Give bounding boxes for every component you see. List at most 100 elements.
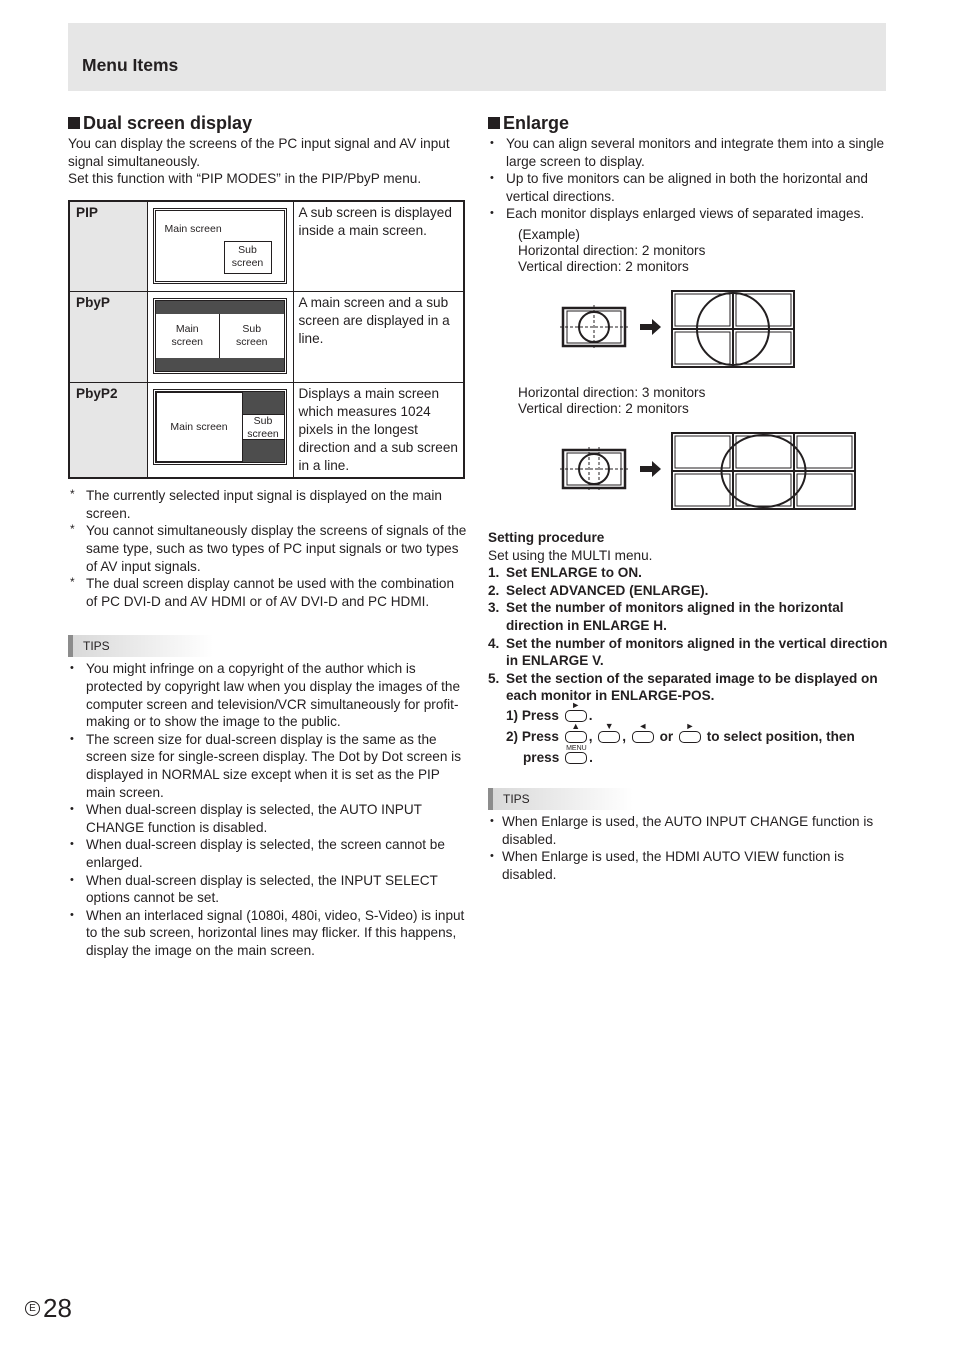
tip-item: When Enlarge is used, the HDMI AUTO VIEW… (488, 848, 888, 883)
mode-name: PIP (68, 200, 148, 293)
arrow-icon (640, 318, 661, 335)
table-row: PbyP Main screen Sub screen A main scree… (68, 291, 465, 384)
step-text: Set the section of the separated image t… (506, 670, 878, 704)
mode-name: PbyP2 (68, 382, 148, 479)
step-number: 3. (488, 600, 500, 616)
sub-label-text: Sub screen (235, 323, 268, 349)
dual-screen-section: Dual screen display You can display the … (68, 112, 468, 960)
enlarge-section: Enlarge You can align several monitors a… (488, 112, 888, 883)
substep-text: to select position, then (706, 728, 855, 744)
page-number: E 28 (25, 1293, 72, 1323)
pbyp2-diagram: Main screen Sub screen (146, 382, 294, 479)
pip-modes-table: PIP Main screen Sub screen A sub screen … (68, 199, 465, 480)
substep-text: 2) Press (506, 728, 559, 744)
enlarge-bullets: You can align several monitors and integ… (488, 135, 888, 223)
substep-text: or (659, 728, 674, 744)
arrow-icon (640, 460, 661, 477)
wall-monitor (793, 469, 856, 510)
left-key-icon: ◄ (631, 721, 654, 743)
bullet-item: Each monitor displays enlarged views of … (488, 205, 888, 223)
note-item: You cannot simultaneously display the sc… (68, 521, 468, 575)
sub-screen-box: Sub screen (242, 414, 284, 441)
step-item: 5. Set the section of the separated image… (488, 670, 888, 705)
step-number: 5. (488, 670, 500, 686)
step-number: 4. (488, 635, 500, 651)
right-arrow-glyph: ► (685, 720, 695, 731)
enlarge-diagram (560, 289, 795, 368)
header-band: Menu Items (68, 23, 886, 91)
step-text: Set ENLARGE to ON. (506, 565, 642, 581)
left-arrow-glyph: ◄ (638, 720, 648, 731)
screen-diagram: Main screen Sub screen (152, 207, 287, 284)
step-text: Set the number of monitors aligned in th… (506, 635, 888, 669)
table-row: PbyP2 Main screen Sub screen Displays a … (68, 382, 465, 479)
up-key-icon: ▲ (564, 721, 587, 743)
bullet-item: Up to five monitors can be aligned in bo… (488, 170, 888, 205)
substep-2-cont: press MENU. (506, 745, 888, 768)
sub-screen-box: Sub screen (223, 240, 272, 274)
wall-monitor (671, 469, 734, 510)
tip-item: When dual-screen display is selected, th… (68, 872, 468, 907)
screen-diagram: Main screen Sub screen (152, 298, 287, 375)
step-item: 4. Set the number of monitors aligned in … (488, 635, 888, 670)
example-block-1: (Example) Horizontal direction: 2 monito… (518, 227, 888, 275)
right-key-icon: ► (678, 721, 701, 743)
tip-item: You might infringe on a copyright of the… (68, 660, 468, 730)
step-item: 3. Set the number of monitors aligned in … (488, 599, 888, 634)
tips-list: When Enlarge is used, the AUTO INPUT CHA… (488, 813, 888, 883)
example-horizontal: Horizontal direction: 3 monitors (518, 384, 706, 400)
intro-text: Set this function with “PIP MODES” in th… (68, 171, 422, 187)
sub-screen-label: Sub screen (219, 314, 284, 359)
notes-list: The currently selected input signal is d… (68, 486, 468, 610)
step-text: Select ADVANCED (ENLARGE). (506, 582, 709, 598)
square-bullet-icon (488, 117, 500, 129)
step-item: 1. Set ENLARGE to ON. (488, 564, 888, 582)
tip-item: When Enlarge is used, the AUTO INPUT CHA… (488, 813, 888, 848)
mode-name: PbyP (68, 291, 148, 384)
mode-description: A main screen and a sub screen are displ… (292, 291, 465, 384)
pip-diagram: Main screen Sub screen (146, 200, 294, 293)
enlarge-diagram (560, 431, 856, 510)
dual-screen-heading: Dual screen display (68, 112, 468, 134)
menu-key-icon: MENU (565, 745, 588, 764)
screen-diagram: Main screen Sub screen (152, 389, 287, 466)
main-screen-label: Main screen (164, 222, 222, 235)
tip-item: When an interlaced signal (1080i, 480i, … (68, 907, 468, 960)
right-arrow-glyph: ► (571, 699, 581, 710)
sub-screen-label: Sub screen (231, 243, 264, 269)
heading-text: Enlarge (503, 113, 570, 133)
step-number: 2. (488, 582, 500, 598)
procedure-intro: Set using the MULTI menu. (488, 547, 653, 563)
substep-2: 2) Press ▲, ▼, ◄ or ► to select position… (506, 721, 888, 747)
intro-text: You can display the screens of the PC in… (68, 136, 450, 169)
main-screen-label: Main screen (170, 420, 228, 433)
tips-label: TIPS (488, 787, 633, 810)
example-horizontal: Horizontal direction: 2 monitors (518, 242, 706, 258)
wall-monitor (732, 469, 795, 510)
main-label-text: Main screen (171, 323, 203, 349)
pbyp-diagram: Main screen Sub screen (146, 291, 294, 384)
black-area (242, 392, 284, 415)
note-item: The currently selected input signal is d… (68, 486, 468, 522)
separator: , (622, 728, 627, 744)
step-number: 1. (488, 565, 500, 581)
note-item: The dual screen display cannot be used w… (68, 574, 468, 610)
main-screen-box: Main screen (155, 392, 243, 463)
substep-text: 1) Press (506, 707, 559, 723)
substep-text: . (588, 707, 593, 723)
page-header-title: Menu Items (82, 55, 179, 75)
mode-description: Displays a main screen which measures 10… (292, 382, 465, 479)
tip-item: When dual-screen display is selected, th… (68, 801, 468, 836)
heading-text: Dual screen display (83, 113, 253, 133)
procedure-heading: Setting procedure (488, 529, 605, 545)
page-number-text: 28 (43, 1293, 72, 1323)
procedure-steps: 1. Set ENLARGE to ON. 2. Select ADVANCED (… (488, 564, 888, 705)
enlarge-figure-2x2 (560, 289, 888, 377)
enlarge-pos-substeps: 1) Press ►. 2) Press ▲, ▼, ◄ or ► to sel… (506, 700, 888, 768)
example-vertical: Vertical direction: 2 monitors (518, 400, 689, 416)
up-arrow-glyph: ▲ (571, 720, 581, 731)
wall-monitor (793, 431, 856, 472)
black-bar (155, 301, 284, 315)
square-bullet-icon (68, 117, 80, 129)
wall-monitor (671, 431, 734, 472)
